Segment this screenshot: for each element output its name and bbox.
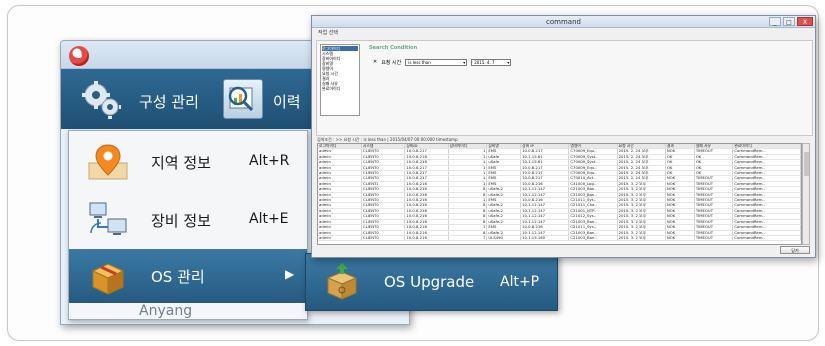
table-cell: CommandRem.. (732, 235, 801, 242)
operator-select[interactable]: is less than (405, 58, 468, 66)
scrollbar-thumb[interactable] (804, 152, 809, 176)
menu-item-os-management[interactable]: OS 관리 ▶ (69, 249, 307, 303)
table-body: admin CLIENT0 10.0.8.217 1 EMS 10.0.8.217 C700… (318, 148, 801, 242)
submenu-shortcut: Alt+P (500, 274, 540, 290)
minimize-button[interactable]: _ (769, 17, 781, 26)
package-box-icon (91, 263, 125, 295)
condition-row: ✕ 요청 시간 is less than 2015. 4. 7 (373, 58, 512, 66)
app-logo-icon: S (69, 46, 89, 66)
date-value-select[interactable]: 2015. 4. 7 (471, 58, 512, 66)
table-cell: 10.0.8.216 (404, 235, 449, 242)
table-cell: C21003_Ban.. (568, 235, 618, 242)
submenu-arrow-icon: ▶ (285, 267, 295, 281)
menu-item-shortcut: Alt+E (249, 211, 289, 227)
network-computers-icon (89, 202, 127, 235)
menu-item-label: 지역 정보 (151, 154, 211, 172)
table-cell: TIMEOUT (694, 235, 734, 242)
command-title-bar[interactable]: command _ □ X (312, 16, 815, 28)
table-cell: NOK (665, 235, 695, 242)
close-dialog-button[interactable]: 닫기 (780, 246, 810, 254)
table-cell: 2015. 3. 2 오후 (617, 235, 666, 242)
condition-header: Search Condition (369, 45, 418, 51)
condition-remove-icon[interactable]: ✕ (373, 59, 377, 65)
history-button[interactable] (223, 79, 263, 119)
window-title: command (546, 18, 581, 26)
table-cell: CLIENT0 (361, 235, 406, 242)
magnifier-chart-icon (228, 86, 254, 112)
table-scrollbar[interactable] (802, 143, 810, 245)
os-submenu-item-upgrade[interactable]: OS Upgrade Alt+P (305, 253, 558, 311)
gears-icon[interactable] (79, 77, 123, 121)
table-cell: admin (318, 235, 362, 242)
config-management-label[interactable]: 구성 관리 (139, 91, 199, 112)
field-list-item[interactable]: 완료아이디 (322, 86, 358, 91)
table-row[interactable]: admin CLIENT0 10.0.8.216 7 ULS490 10.1.15.160… (318, 235, 801, 242)
command-menubar[interactable]: 작업 선택 (312, 28, 815, 38)
menu-item-equipment-info[interactable]: 장비 정보 Alt+E (69, 193, 307, 247)
upgrade-box-icon (326, 263, 358, 300)
table-cell: 7 (448, 235, 488, 242)
command-log-table: 로그아이디 시스템 장비ID 장비아이디 장비명 장비 IP 명령어 요청 시간… (317, 143, 802, 245)
command-window: command _ □ X 작업 선택 로그아이디 시스템 장비아이디 장비명 … (311, 15, 816, 258)
maximize-button[interactable]: □ (783, 17, 795, 26)
window-controls: _ □ X (769, 17, 813, 26)
menu-item-shortcut: Alt+R (249, 153, 290, 169)
table-cell: 10.1.15.160 (520, 235, 570, 242)
field-list[interactable]: 로그아이디 시스템 장비아이디 장비명 명령어 요청 시간 결과 실패 사유 완… (320, 44, 360, 116)
condition-field[interactable]: 요청 시간 (381, 59, 401, 66)
close-button[interactable]: X (797, 17, 813, 26)
menu-item-label: 장비 정보 (151, 212, 211, 230)
search-condition-panel: 로그아이디 시스템 장비아이디 장비명 명령어 요청 시간 결과 실패 사유 완… (316, 40, 813, 157)
history-label[interactable]: 이력 (273, 91, 301, 112)
menu-item-label: OS 관리 (151, 268, 205, 286)
submenu-label: OS Upgrade (384, 273, 475, 291)
menu-partial-item[interactable]: Anyang (139, 303, 192, 319)
config-dropdown-menu: 지역 정보 Alt+R 장비 정보 Alt+E OS 관리 ▶ Anyang (68, 130, 308, 320)
map-pin-icon (88, 144, 128, 180)
table-cell: ULS490 (486, 235, 522, 242)
menu-item-region-info[interactable]: 지역 정보 Alt+R (69, 135, 307, 189)
